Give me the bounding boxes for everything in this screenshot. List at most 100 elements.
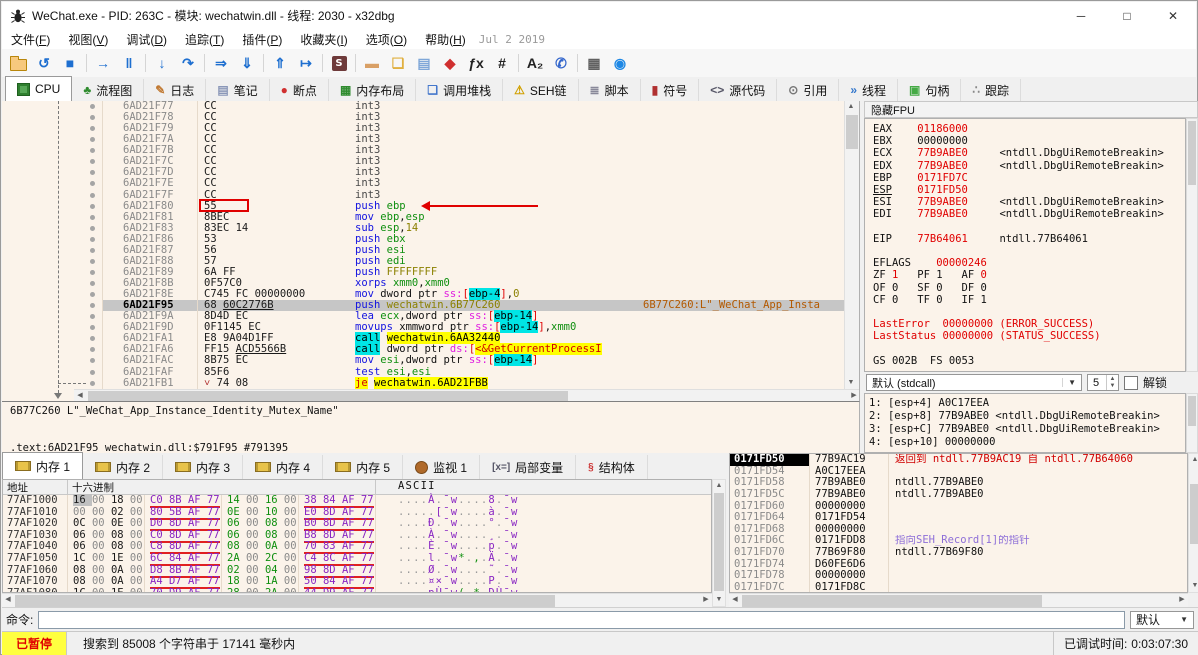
register-list[interactable]: EAX 01186000 EBX 00000000 ECX 77B9ABE0 <nt… <box>864 118 1186 372</box>
register-line[interactable] <box>873 245 1185 257</box>
call-argument[interactable]: 4: [esp+10] 00000000 <box>869 436 1185 449</box>
tab-cpu[interactable]: CPU <box>5 76 73 102</box>
stack-row[interactable]: 0171FD74 D60FE6D6 <box>730 558 1187 571</box>
stepper-arrows-icon[interactable]: ▲ ▼ <box>1106 375 1118 390</box>
run-to-user-code-button[interactable]: ↦ <box>293 51 319 75</box>
tab-breakpoints[interactable]: ● 断点 <box>270 79 329 101</box>
register-line[interactable]: ZF 1 PF 1 AF 0 <box>873 269 1185 281</box>
menu-item-V[interactable]: 视图(V) <box>59 29 117 50</box>
calculator-button[interactable]: ▦ <box>581 51 607 75</box>
stack-row[interactable]: 0171FD7C 0171FD8C <box>730 581 1187 592</box>
register-line[interactable]: CF 0 TF 0 IF 1 <box>873 294 1185 306</box>
step-into-button[interactable]: ↓ <box>149 51 175 75</box>
register-line[interactable]: OF 0 SF 0 DF 0 <box>873 282 1185 294</box>
pause-button[interactable]: ‖ <box>116 51 142 75</box>
tab-seh[interactable]: ⚠ SEH链 <box>503 79 579 101</box>
breakpoint-dot[interactable] <box>84 289 103 301</box>
breakpoint-dot[interactable] <box>84 366 103 378</box>
call-argument[interactable]: 2: [esp+8] 77B9ABE0 <ntdll.DbgUiRemoteBr… <box>869 410 1185 423</box>
breakpoint-dot[interactable] <box>84 200 103 212</box>
breakpoint-dot[interactable] <box>84 255 103 267</box>
breakpoint-dot[interactable] <box>84 266 103 278</box>
stack-row[interactable]: 0171FD70 77B69F80 ntdll.77B69F80 <box>730 546 1187 559</box>
register-line[interactable]: ESI 77B9ABE0 <ntdll.DbgUiRemoteBreakin> <box>873 196 1185 208</box>
call-arguments-list[interactable]: 1: [esp+4] A0C17EEA 2: [esp+8] 77B9ABE0 <… <box>864 393 1186 453</box>
bookmarks-button[interactable]: ◆ <box>437 51 463 75</box>
menu-item-I[interactable]: 收藏夹(I) <box>291 29 356 50</box>
tab-mem2[interactable]: 内存 2 <box>83 455 164 479</box>
register-line[interactable]: EDI 77B9ABE0 <ntdll.DbgUiRemoteBreakin> <box>873 208 1185 220</box>
step-over-button[interactable]: ↷ <box>175 51 201 75</box>
breakpoint-dot[interactable] <box>84 377 103 389</box>
register-line[interactable]: LastError 00000000 (ERROR_SUCCESS) <box>873 318 1185 330</box>
disassembly-hscrollbar[interactable]: ◀ ▶ <box>74 389 859 401</box>
tab-source[interactable]: <> 源代码 <box>699 79 778 101</box>
breakpoint-dot[interactable] <box>84 156 103 168</box>
command-mode-select[interactable]: 默认 ▼ <box>1130 610 1194 629</box>
unlock-checkbox[interactable] <box>1124 375 1138 390</box>
register-line[interactable]: ECX 77B9ABE0 <ntdll.DbgUiRemoteBreakin> <box>873 147 1185 159</box>
menu-item-T[interactable]: 追踪(T) <box>176 29 233 50</box>
menu-item-D[interactable]: 调试(D) <box>117 29 176 50</box>
disasm-row[interactable]: 6AD21FB1 ˅ 74 08 je wechatwin.6AD21FBB <box>2 376 859 389</box>
breakpoint-dot[interactable] <box>84 178 103 190</box>
register-line[interactable] <box>873 306 1185 318</box>
dump-vscrollbar[interactable]: ▲ ▼ <box>712 479 726 607</box>
tab-log[interactable]: ✎ 日志 <box>144 79 207 101</box>
restart-button[interactable]: ↺ <box>31 51 57 75</box>
menu-item-P[interactable]: 插件(P) <box>233 29 291 50</box>
register-line[interactable]: GS 002B FS 0053 <box>873 355 1185 367</box>
menu-item-O[interactable]: 选项(O) <box>357 29 416 50</box>
disasm-row[interactable]: 6AD21F7E CC int3 <box>2 178 859 190</box>
tab-memmap[interactable]: ▦ 内存布局 <box>329 79 417 101</box>
argument-count-stepper[interactable]: 5 ▲ ▼ <box>1087 374 1119 391</box>
breakpoint-dot[interactable] <box>84 355 103 367</box>
call-argument[interactable]: 1: [esp+4] A0C17EEA <box>869 397 1185 410</box>
stack-row[interactable]: 0171FD78 00000000 <box>730 570 1187 583</box>
stack-row[interactable]: 0171FD68 00000000 <box>730 523 1187 536</box>
internet-button[interactable]: ◉ <box>607 51 633 75</box>
maximize-button[interactable]: □ <box>1104 2 1150 29</box>
breakpoint-dot[interactable] <box>84 145 103 157</box>
stack-row[interactable]: 0171FD60 00000000 <box>730 500 1187 513</box>
tab-symbols[interactable]: ▮ 符号 <box>641 79 700 101</box>
tab-mem4[interactable]: 内存 4 <box>243 455 324 479</box>
arguments-vscrollbar[interactable] <box>1186 393 1198 453</box>
calling-convention-select[interactable]: 默认 (stdcall) ▼ <box>866 374 1082 391</box>
breakpoint-dot[interactable] <box>84 322 103 334</box>
call-argument[interactable]: 3: [esp+C] 77B9ABE0 <ntdll.DbgUiRemoteBr… <box>869 423 1185 436</box>
stack-row[interactable]: 0171FD58 77B9ABE0 ntdll.77B9ABE0 <box>730 477 1187 489</box>
register-line[interactable]: EIP 77B64061 ntdll.77B64061 <box>873 233 1185 245</box>
phone-button[interactable]: ✆ <box>548 51 574 75</box>
memory-dump-panel[interactable]: 地址 十六进制 ASCII 77AF1000 16 00 18 00 C0 8B A… <box>2 479 712 593</box>
breakpoint-dot[interactable] <box>84 167 103 179</box>
register-line[interactable]: EBP 0171FD7C <box>873 172 1185 184</box>
breakpoint-dot[interactable] <box>84 300 103 312</box>
labels-button[interactable]: ▤ <box>411 51 437 75</box>
tab-locals[interactable]: [x=] 局部变量 <box>480 455 577 479</box>
close-button[interactable]: ✕ <box>1150 2 1196 29</box>
tab-script[interactable]: ≣ 脚本 <box>579 79 641 101</box>
disasm-row[interactable]: 6AD21F7F CC int3 <box>2 189 859 201</box>
breakpoint-dot[interactable] <box>84 344 103 356</box>
register-line[interactable]: LastStatus 00000000 (STATUS_SUCCESS) <box>873 330 1185 342</box>
tab-mem5[interactable]: 内存 5 <box>323 455 404 479</box>
registers-vscrollbar[interactable] <box>1186 118 1198 372</box>
stack-panel[interactable]: 0171FD50 77B9AC19 返回到 ntdll.77B9AC19 自 ntd… <box>729 453 1188 593</box>
stack-row[interactable]: 0171FD64 0171FD54 <box>730 512 1187 524</box>
trace-into-button[interactable]: ⇒ <box>208 51 234 75</box>
tab-struct[interactable]: § 结构体 <box>576 455 648 479</box>
tab-handles[interactable]: ▣ 句柄 <box>898 79 962 101</box>
tab-trace[interactable]: ∴ 跟踪 <box>961 79 1022 101</box>
disassembly-panel[interactable]: 6AD21F77 CC int3 6AD21F78 CC int3 6AD21F79 CC in… <box>2 101 860 401</box>
functions-button[interactable]: ƒx <box>463 51 489 75</box>
scylla-button[interactable]: S <box>326 51 352 75</box>
breakpoint-dot[interactable] <box>84 134 103 146</box>
breakpoint-dot[interactable] <box>84 233 103 245</box>
breakpoint-dot[interactable] <box>84 278 103 290</box>
register-line[interactable]: EBX 00000000 <box>873 135 1185 147</box>
stack-row[interactable]: 0171FD54 A0C17EEA <box>730 465 1187 478</box>
tab-callstack[interactable]: ❏ 调用堆栈 <box>416 79 504 101</box>
stack-row[interactable]: 0171FD50 77B9AC19 返回到 ntdll.77B9AC19 自 ntd… <box>730 454 1187 466</box>
tab-watch1[interactable]: 监视 1 <box>403 455 481 479</box>
